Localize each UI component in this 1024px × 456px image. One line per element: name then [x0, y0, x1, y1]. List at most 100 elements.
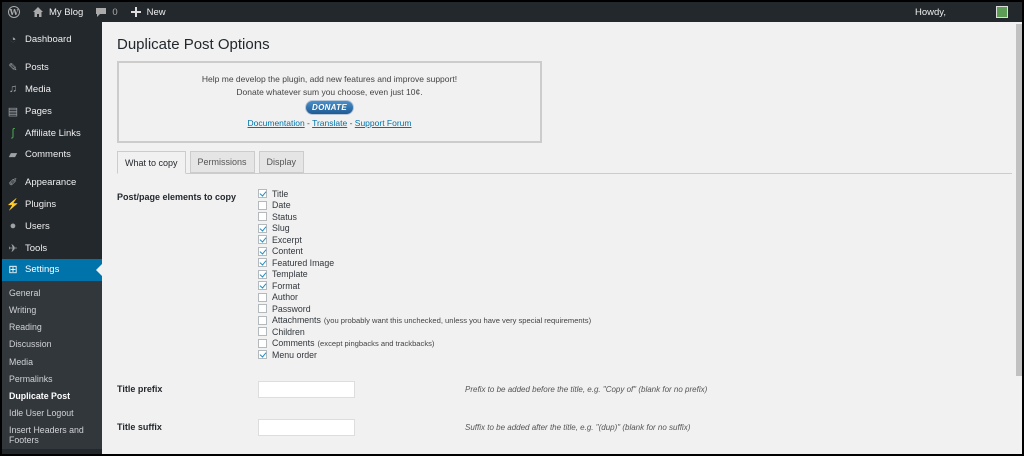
sidebar-item-tools[interactable]: ✈ Tools — [2, 237, 102, 259]
submenu-item-permalinks[interactable]: Permalinks — [2, 371, 102, 388]
wordpress-logo-button[interactable]: W — [2, 2, 26, 22]
sidebar-item-affiliate-links[interactable]: ʃ Affiliate Links — [2, 122, 102, 144]
new-label: New — [146, 6, 166, 18]
admin-bar: W My Blog 0 New Howdy, — [2, 2, 1022, 22]
sidebar-item-posts[interactable]: ✎ Posts — [2, 57, 102, 79]
tab-what-to-copy[interactable]: What to copy — [117, 151, 186, 174]
checkbox[interactable] — [258, 246, 267, 256]
sidebar-item-label: Dashboard — [25, 34, 72, 46]
option-title[interactable]: Title — [258, 188, 591, 200]
checkbox[interactable] — [258, 235, 267, 245]
option-menu-order[interactable]: Menu order — [258, 349, 591, 361]
option-excerpt[interactable]: Excerpt — [258, 234, 591, 246]
sidebar-item-label: Pages — [25, 105, 52, 117]
checkbox[interactable] — [258, 338, 267, 348]
submenu-item-idle-user-logout[interactable]: Idle User Logout — [2, 405, 102, 422]
option-children[interactable]: Children — [258, 326, 591, 338]
checkbox[interactable] — [258, 200, 267, 210]
sidebar-item-plugins[interactable]: ⚡ Plugins — [2, 194, 102, 216]
sidebar-item-dashboard[interactable]: ◔ Dashboard — [2, 29, 102, 51]
site-name-label: My Blog — [49, 6, 84, 18]
options-tabs: What to copy Permissions Display — [117, 151, 1012, 174]
wordpress-logo-icon: W — [8, 6, 20, 18]
title-prefix-input[interactable] — [258, 381, 355, 398]
screen-frame: W My Blog 0 New Howdy, ◔ Dashboard ✎ Pos… — [0, 0, 1024, 456]
vertical-scrollbar[interactable] — [1015, 22, 1022, 454]
option-date[interactable]: Date — [258, 200, 591, 212]
submenu-item-discussion[interactable]: Discussion — [2, 336, 102, 353]
option-slug[interactable]: Slug — [258, 223, 591, 235]
option-status[interactable]: Status — [258, 211, 591, 223]
checkbox[interactable] — [258, 269, 267, 279]
sidebar-item-settings[interactable]: ⊞ Settings — [2, 258, 102, 281]
tab-display[interactable]: Display — [258, 151, 305, 173]
submenu-item-reading[interactable]: Reading — [2, 319, 102, 336]
pages-icon: ▤ — [7, 105, 19, 118]
support-forum-link[interactable]: Support Forum — [355, 118, 412, 128]
scrollbar-thumb[interactable] — [1016, 24, 1022, 376]
comment-icon: ▰ — [8, 149, 18, 162]
translate-link[interactable]: Translate — [312, 118, 347, 128]
option-label: Slug — [272, 223, 290, 234]
user-icon: ● — [9, 220, 17, 233]
howdy-label: Howdy, — [915, 6, 946, 18]
option-label: Title — [272, 188, 289, 199]
checkbox[interactable] — [258, 212, 267, 222]
option-label: Menu order — [272, 349, 317, 360]
sidebar-item-label: Media — [25, 83, 51, 95]
documentation-link[interactable]: Documentation — [248, 118, 305, 128]
donate-button[interactable]: DONATE — [305, 100, 354, 115]
checkbox[interactable] — [258, 189, 267, 199]
submenu-item-duplicate-post[interactable]: Duplicate Post — [2, 388, 102, 405]
option-label: Comments — [272, 338, 315, 349]
comment-bubble-icon — [96, 8, 107, 17]
option-label: Status — [272, 211, 297, 222]
checkbox[interactable] — [258, 350, 267, 360]
option-note: (except pingbacks and trackbacks) — [317, 338, 435, 348]
sidebar-item-pages[interactable]: ▤ Pages — [2, 100, 102, 122]
link-separator: - — [347, 118, 355, 128]
option-label: Featured Image — [272, 257, 335, 268]
checkbox[interactable] — [258, 304, 267, 314]
option-format[interactable]: Format — [258, 280, 591, 292]
checkbox[interactable] — [258, 327, 267, 337]
sidebar-item-label: Comments — [25, 149, 71, 161]
title-suffix-input[interactable] — [258, 419, 355, 436]
submenu-item-writing[interactable]: Writing — [2, 302, 102, 319]
sidebar-item-label: Tools — [25, 242, 48, 254]
option-author[interactable]: Author — [258, 292, 591, 304]
checkbox[interactable] — [258, 223, 267, 233]
submenu-item-media[interactable]: Media — [2, 354, 102, 371]
site-name-link[interactable]: My Blog — [26, 2, 89, 22]
checkbox[interactable] — [258, 292, 267, 302]
donate-box: Help me develop the plugin, add new feat… — [117, 61, 542, 143]
checkbox[interactable] — [258, 281, 267, 291]
account-menu[interactable]: Howdy, — [909, 2, 1022, 22]
new-content-link[interactable]: New — [124, 2, 172, 22]
option-label: Content — [272, 246, 303, 257]
plus-icon — [130, 7, 141, 17]
checkbox[interactable] — [258, 258, 267, 268]
option-label: Template — [272, 269, 308, 280]
submenu-item-general[interactable]: General — [2, 285, 102, 302]
sidebar-item-comments[interactable]: ▰ Comments — [2, 144, 102, 166]
tab-permissions[interactable]: Permissions — [189, 151, 255, 173]
sidebar-item-appearance[interactable]: ✐ Appearance — [2, 172, 102, 194]
submenu-item-insert-headers-footers[interactable]: Insert Headers and Footers — [2, 422, 102, 448]
option-featured-image[interactable]: Featured Image — [258, 257, 591, 269]
option-comments[interactable]: Comments (except pingbacks and trackbacks… — [258, 338, 591, 350]
comments-link[interactable]: 0 — [89, 2, 123, 22]
pin-icon: ✎ — [8, 62, 18, 75]
wrench-icon: ✈ — [8, 242, 18, 255]
option-template[interactable]: Template — [258, 269, 591, 281]
checkbox[interactable] — [258, 315, 267, 325]
avatar — [996, 6, 1008, 18]
option-password[interactable]: Password — [258, 303, 591, 315]
sidebar-item-media[interactable]: ♫ Media — [2, 79, 102, 101]
option-content[interactable]: Content — [258, 246, 591, 258]
media-icon: ♫ — [8, 83, 18, 96]
dashboard-icon: ◔ — [9, 33, 17, 46]
option-label: Children — [272, 326, 305, 337]
sidebar-item-users[interactable]: ● Users — [2, 215, 102, 237]
option-attachments[interactable]: Attachments (you probably want this unche… — [258, 315, 591, 327]
